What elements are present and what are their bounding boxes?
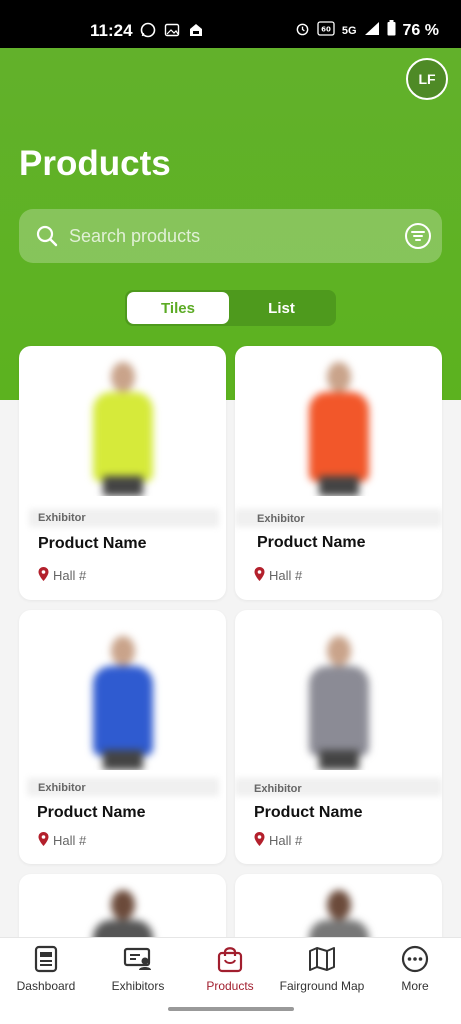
hd-voice-icon: 60: [317, 20, 335, 41]
hall-info: Hall #: [254, 832, 302, 849]
hall-info: Hall #: [38, 567, 86, 584]
tiles-toggle-button[interactable]: Tiles: [127, 292, 229, 324]
search-bar[interactable]: [19, 209, 442, 263]
notification-app-icon: [188, 22, 204, 43]
nav-fairground-map[interactable]: Fairground Map: [276, 938, 368, 998]
product-card[interactable]: Exhibitor Product Name Hall #: [235, 610, 442, 864]
nav-label: Products: [206, 979, 254, 993]
product-card[interactable]: Exhibitor Product Name Hall #: [19, 346, 226, 600]
vest: [308, 392, 369, 482]
list-toggle-button[interactable]: List: [229, 292, 334, 324]
shopping-bag-icon: [217, 945, 243, 973]
nav-label: Dashboard: [16, 979, 76, 993]
battery-percent: 76 %: [402, 21, 439, 39]
nav-more[interactable]: More: [369, 938, 461, 998]
search-input[interactable]: [69, 217, 389, 255]
product-image: [19, 610, 226, 770]
avatar[interactable]: LF: [406, 58, 448, 100]
location-pin-icon: [254, 832, 265, 849]
product-name: Product Name: [38, 535, 147, 552]
more-icon: [401, 945, 429, 973]
nav-exhibitors[interactable]: Exhibitors: [92, 938, 184, 998]
hall-label: Hall #: [53, 568, 87, 583]
product-image: [235, 610, 442, 770]
exhibitors-icon: [123, 945, 153, 973]
product-image: [19, 346, 226, 496]
hall-label: Hall #: [53, 833, 87, 848]
exhibitor-label: Exhibitor: [38, 782, 86, 794]
battery-icon: [387, 20, 396, 41]
hall-label: Hall #: [269, 568, 303, 583]
exhibitor-label: Exhibitor: [38, 512, 86, 524]
status-time: 11:24: [90, 21, 133, 40]
hall-info: Hall #: [254, 567, 302, 584]
nav-products[interactable]: Products: [184, 938, 276, 998]
product-card[interactable]: Exhibitor Product Name Hall #: [19, 610, 226, 864]
view-toggle: Tiles List: [125, 290, 336, 326]
home-indicator[interactable]: [168, 1007, 294, 1011]
network-type: 5G: [341, 24, 357, 37]
hall-info: Hall #: [38, 832, 86, 849]
map-icon: [308, 945, 336, 973]
page-title: Products: [19, 144, 171, 183]
signal-icon: [364, 21, 380, 41]
filter-icon[interactable]: [404, 222, 432, 255]
search-icon: [35, 224, 59, 253]
product-name: Product Name: [37, 804, 146, 821]
nav-label: More: [401, 979, 429, 993]
vest: [308, 666, 369, 756]
svg-text:60: 60: [321, 25, 331, 33]
nav-label: Fairground Map: [279, 979, 365, 993]
hall-label: Hall #: [269, 833, 303, 848]
location-pin-icon: [38, 832, 49, 849]
vest: [92, 392, 153, 482]
product-card[interactable]: Exhibitor Product Name Hall #: [235, 346, 442, 600]
location-pin-icon: [38, 567, 49, 584]
alarm-icon: [295, 21, 310, 41]
exhibitor-label: Exhibitor: [254, 783, 302, 795]
location-pin-icon: [254, 567, 265, 584]
nav-dashboard[interactable]: Dashboard: [0, 938, 92, 998]
image-icon: [164, 22, 180, 43]
vest: [92, 666, 153, 756]
dashboard-icon: [34, 945, 58, 973]
whatsapp-icon: [140, 22, 156, 43]
nav-label: Exhibitors: [111, 979, 165, 993]
product-image: [235, 346, 442, 496]
product-name: Product Name: [254, 804, 363, 821]
status-bar: 11:24 60 5G 76 %: [0, 0, 461, 48]
product-name: Product Name: [257, 534, 366, 551]
exhibitor-label: Exhibitor: [257, 513, 305, 525]
